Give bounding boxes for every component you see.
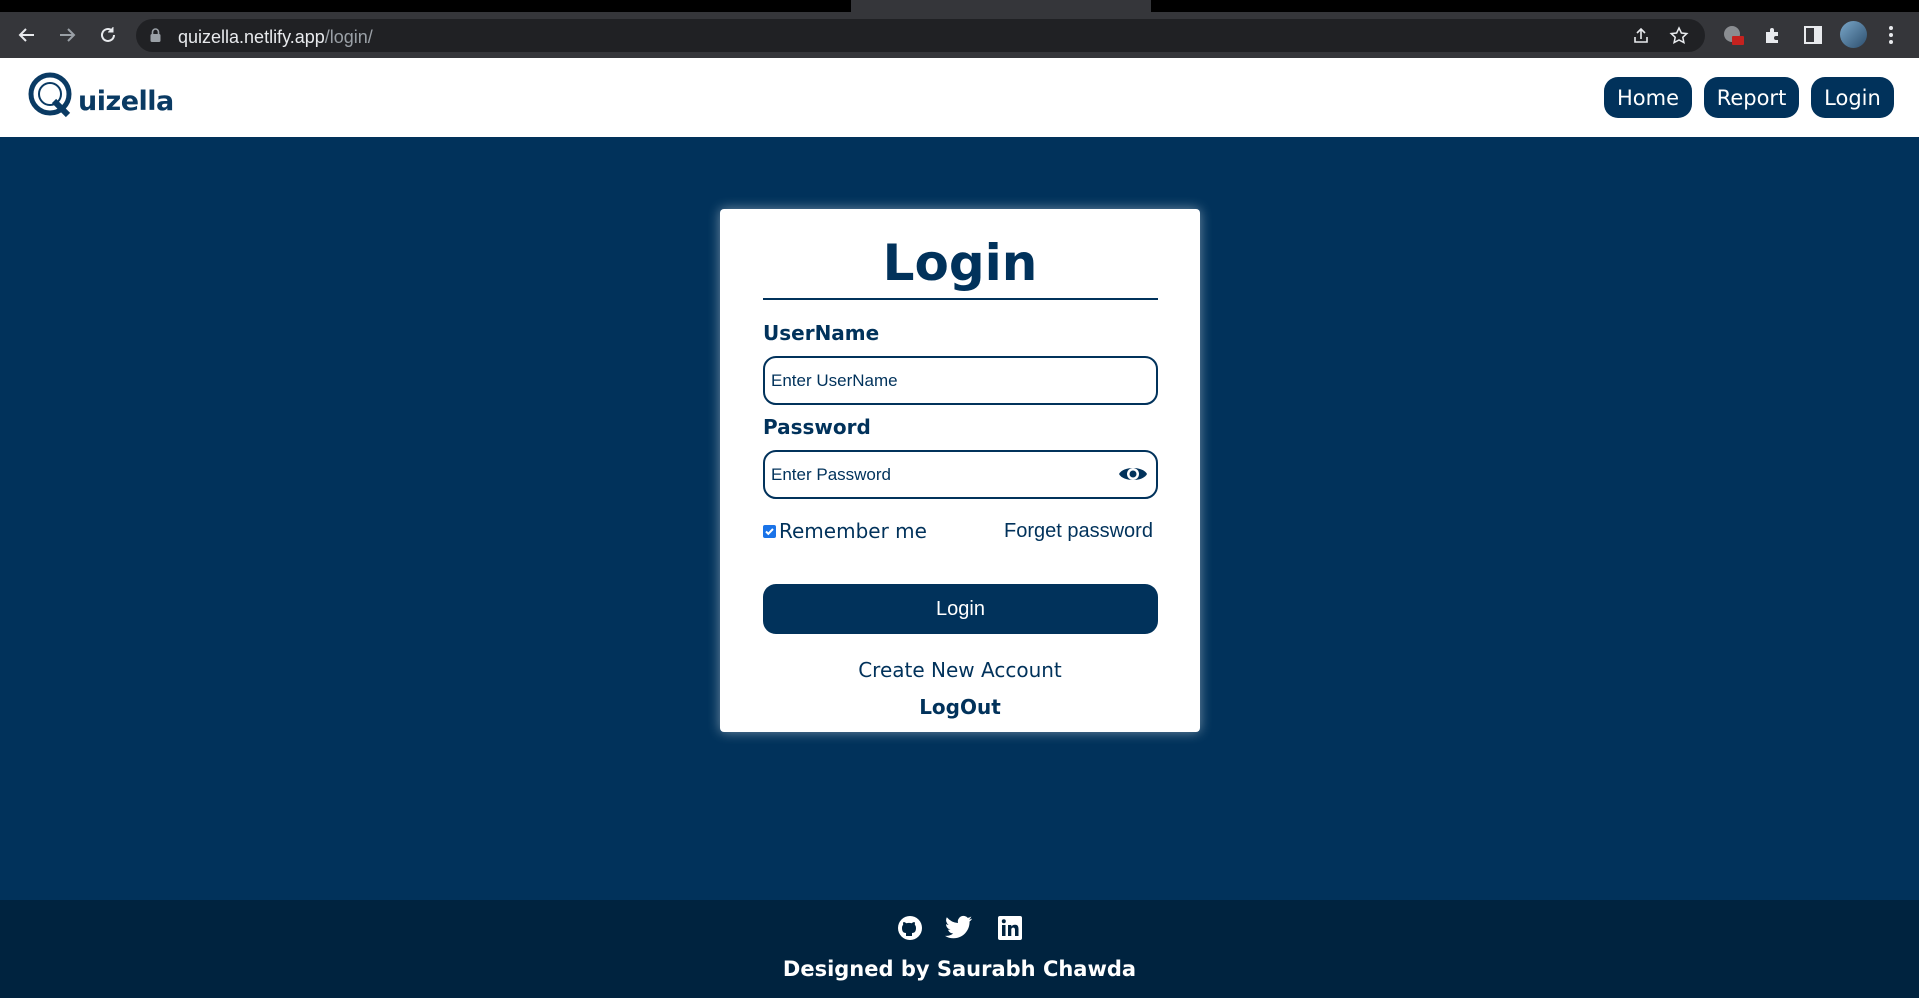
browser-toolbar: quizella.netlify.app/login/	[0, 12, 1919, 58]
footer-credit: Designed by Saurabh Chawda	[782, 957, 1137, 981]
side-panel-icon[interactable]	[1799, 21, 1827, 49]
remember-me[interactable]: Remember me	[763, 519, 927, 543]
linkedin-icon[interactable]	[996, 914, 1024, 942]
nav-login-button[interactable]: Login	[1811, 77, 1894, 118]
logout-link[interactable]: LogOut	[720, 695, 1200, 719]
password-placeholder: Enter Password	[771, 465, 891, 484]
address-bar[interactable]: quizella.netlify.app/login/	[136, 19, 1705, 52]
lock-icon[interactable]	[150, 28, 161, 47]
password-input[interactable]: Enter Password	[763, 450, 1158, 499]
url-host: quizella.netlify.app	[178, 27, 325, 47]
username-placeholder: Enter UserName	[771, 371, 898, 390]
url-text[interactable]: quizella.netlify.app/login/	[178, 27, 373, 48]
username-label: UserName	[763, 321, 880, 345]
password-label: Password	[763, 415, 871, 439]
login-title: Login	[882, 234, 1038, 292]
github-icon[interactable]	[896, 914, 924, 942]
twitter-icon[interactable]	[945, 914, 973, 942]
remember-checkbox[interactable]	[763, 524, 776, 538]
logo-wordmark: uizella	[78, 86, 174, 117]
browser-menu-icon[interactable]	[1885, 21, 1897, 49]
profile-avatar[interactable]	[1840, 21, 1867, 48]
login-submit-button[interactable]: Login	[763, 584, 1158, 634]
title-divider	[763, 298, 1158, 300]
forward-icon[interactable]	[53, 21, 81, 49]
quizella-logo[interactable]: uizella	[28, 71, 174, 125]
reload-icon[interactable]	[94, 21, 122, 49]
browser-tab-strip	[0, 0, 1919, 12]
login-card: Login UserName Enter UserName Password E…	[720, 209, 1200, 732]
nav-home-button[interactable]: Home	[1604, 77, 1692, 118]
back-icon[interactable]	[13, 21, 41, 49]
nav-report-button[interactable]: Report	[1704, 77, 1799, 118]
active-tab[interactable]	[851, 0, 1151, 12]
share-icon[interactable]	[1630, 25, 1652, 47]
create-account-link[interactable]: Create New Account	[720, 658, 1200, 682]
forgot-password-link[interactable]: Forget password	[1004, 520, 1153, 543]
extensions-puzzle-icon[interactable]	[1759, 21, 1787, 49]
extension-icon[interactable]	[1719, 21, 1747, 49]
site-header: uizella Home Report Login	[0, 58, 1919, 137]
site-footer: Designed by Saurabh Chawda	[0, 900, 1919, 998]
logo-q-icon	[28, 72, 72, 118]
username-input[interactable]: Enter UserName	[763, 356, 1158, 405]
bookmark-star-icon[interactable]	[1668, 25, 1690, 47]
url-path: /login/	[324, 27, 373, 47]
remember-label: Remember me	[779, 519, 927, 543]
show-password-eye-icon[interactable]	[1118, 462, 1148, 486]
